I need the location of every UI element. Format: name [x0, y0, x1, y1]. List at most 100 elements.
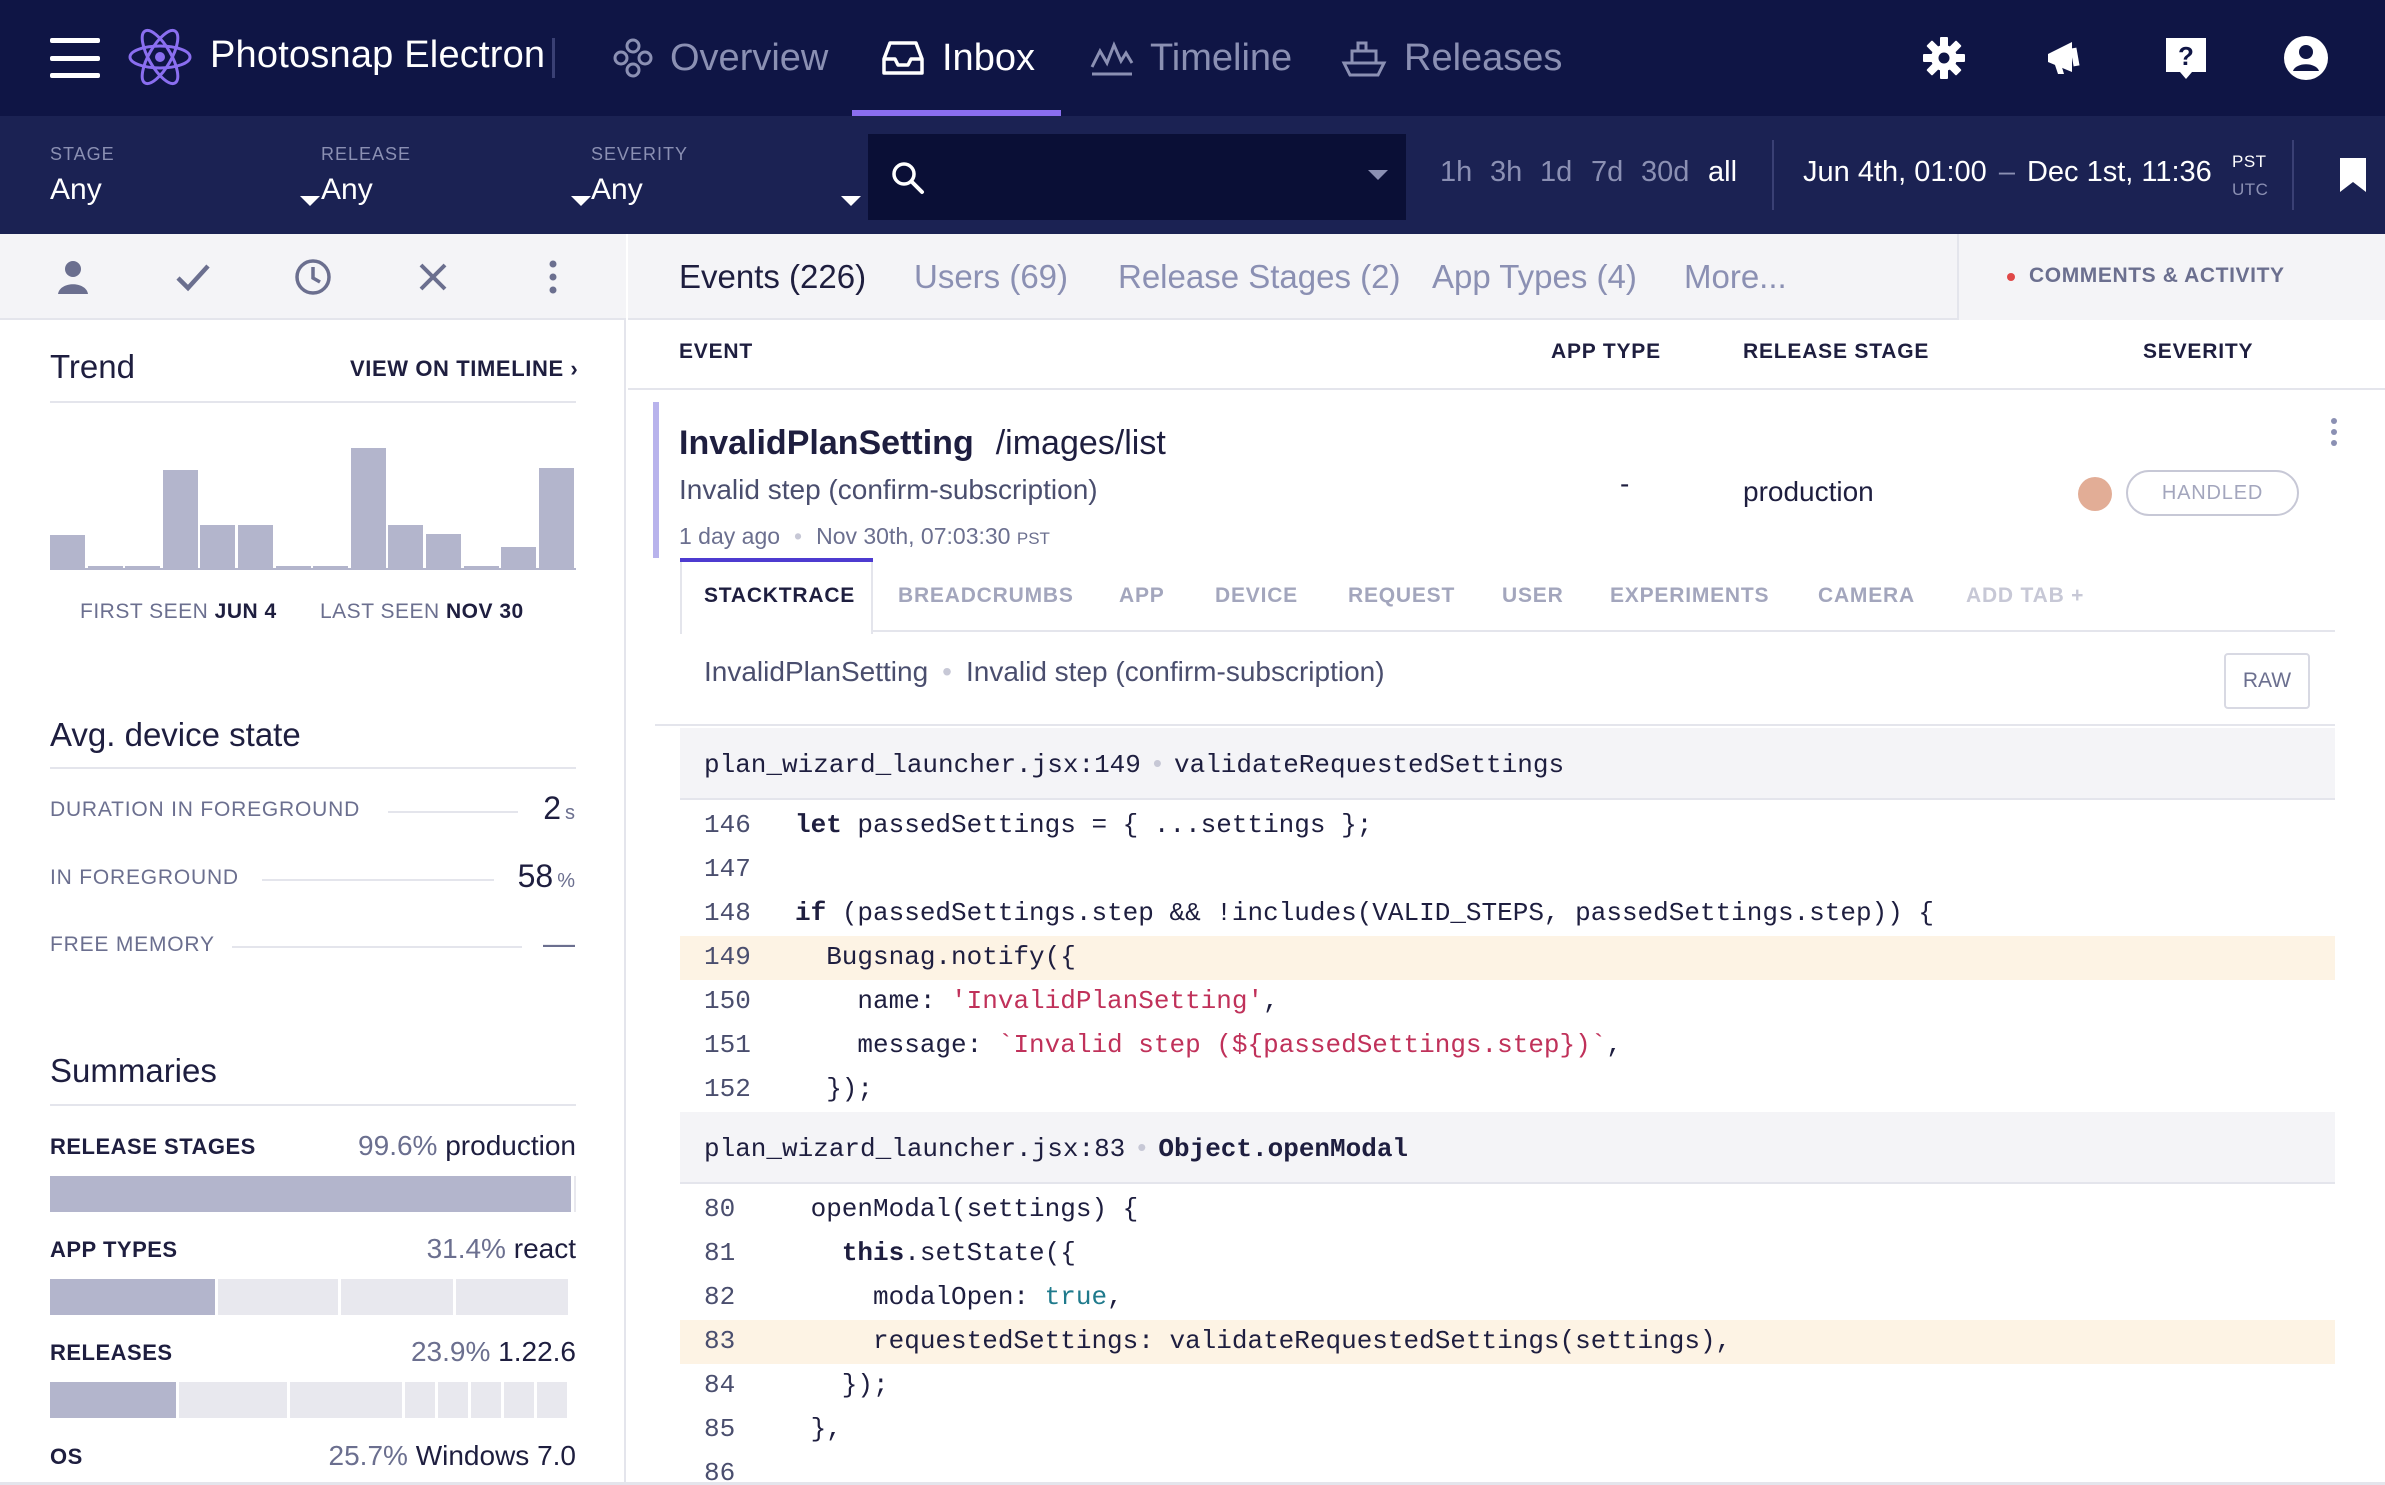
severity-filter[interactable]: SEVERITY Any [591, 144, 861, 207]
more-vertical-icon[interactable] [2329, 418, 2339, 452]
trend-baseline [50, 568, 576, 570]
summary-value[interactable]: 25.7% Windows 7.0 [329, 1440, 576, 1472]
frame-file: plan_wizard_launcher.jsx:149 [704, 750, 1141, 780]
range-1d[interactable]: 1d [1540, 156, 1572, 189]
tab-device[interactable]: DEVICE [1215, 584, 1298, 608]
range-7d[interactable]: 7d [1591, 156, 1623, 189]
comments-activity-panel: COMMENTS & ACTIVITY [1957, 234, 2385, 320]
line-number: 83 [704, 1326, 736, 1356]
nav-timeline[interactable]: Timeline [1090, 0, 1292, 116]
line-number: 146 [704, 810, 751, 840]
summary-bar-segment [179, 1382, 287, 1418]
trend-bar[interactable] [162, 470, 198, 568]
release-filter-value: Any [321, 173, 373, 206]
stat-label: FREE MEMORY [50, 933, 215, 956]
tab-app-types[interactable]: App Types (4) [1432, 258, 1637, 296]
summary-bar[interactable] [50, 1279, 576, 1315]
nav-overview[interactable]: Overview [612, 0, 828, 116]
summary-bar[interactable] [50, 1382, 576, 1418]
severity-filter-label: SEVERITY [591, 144, 689, 164]
trend-bar[interactable] [388, 525, 424, 568]
check-icon[interactable] [172, 256, 214, 298]
tab-events[interactable]: Events (226) [679, 258, 866, 296]
summary-bar[interactable] [50, 1176, 576, 1212]
tab-user[interactable]: USER [1502, 584, 1564, 608]
search-dropdown-icon[interactable] [1368, 170, 1388, 180]
search-box[interactable] [868, 134, 1406, 220]
trend-bar[interactable] [238, 525, 273, 568]
column-severity[interactable]: SEVERITY [2143, 340, 2253, 364]
stack-frame-header[interactable]: plan_wizard_launcher.jsx:149 • validateReq… [680, 728, 2335, 800]
tab-request[interactable]: REQUEST [1348, 584, 1455, 608]
stat-number: — [543, 925, 575, 961]
event-title[interactable]: InvalidPlanSetting/images/list [679, 424, 1166, 463]
line-number: 80 [704, 1194, 736, 1224]
column-app-type[interactable]: APP TYPE [1551, 340, 1661, 364]
timeline-icon [1090, 41, 1134, 76]
close-icon[interactable] [412, 256, 454, 298]
comments-activity-link[interactable]: COMMENTS & ACTIVITY [2029, 264, 2285, 288]
line-number: 86 [704, 1458, 736, 1485]
range-30d[interactable]: 30d [1641, 156, 1689, 189]
hamburger-menu-icon[interactable] [50, 38, 100, 78]
user-account-icon[interactable] [2282, 34, 2330, 82]
nav-inbox[interactable]: Inbox [852, 0, 1061, 116]
app-title[interactable]: Photosnap Electron [210, 34, 545, 77]
divider [50, 401, 576, 403]
summary-value[interactable]: 31.4% react [427, 1233, 576, 1265]
timezone-pst[interactable]: PST [2232, 152, 2267, 172]
svg-text:?: ? [2178, 41, 2194, 71]
more-vertical-icon[interactable] [532, 256, 574, 298]
range-3h[interactable]: 3h [1490, 156, 1522, 189]
active-tab-indicator [680, 558, 873, 562]
trend-bar[interactable] [501, 547, 537, 568]
last-seen-label: LAST SEEN [320, 600, 440, 623]
summary-percent: 23.9% [410, 1336, 491, 1367]
release-filter[interactable]: RELEASE Any [321, 144, 591, 207]
timezone-utc[interactable]: UTC [2232, 180, 2268, 200]
summary-value[interactable]: 99.6% production [358, 1130, 576, 1162]
tab-stacktrace[interactable]: STACKTRACE [704, 584, 855, 608]
stack-frame-header[interactable]: plan_wizard_launcher.jsx:83 • Object.openM… [680, 1112, 2335, 1184]
meta-separator: • [1137, 1132, 1147, 1162]
trend-bar[interactable] [50, 535, 85, 568]
tab-release-stages[interactable]: Release Stages (2) [1118, 258, 1400, 296]
summary-value[interactable]: 23.9% 1.22.6 [411, 1336, 576, 1368]
range-all[interactable]: all [1708, 156, 1737, 189]
trend-bar[interactable] [426, 534, 461, 568]
tab-app[interactable]: APP [1119, 584, 1165, 608]
event-release-stage: production [1743, 476, 1874, 507]
megaphone-icon[interactable] [2042, 34, 2090, 82]
tab-breadcrumbs[interactable]: BREADCRUMBS [898, 584, 1074, 608]
assign-user-icon[interactable] [52, 256, 94, 298]
code-text: let passedSettings = { ...settings }; [795, 810, 1373, 840]
tab-experiments[interactable]: EXPERIMENTS [1610, 584, 1769, 608]
search-input[interactable] [938, 152, 1338, 202]
clock-icon[interactable] [292, 256, 334, 298]
add-tab-button[interactable]: ADD TAB + [1966, 584, 2084, 608]
summary-name: react [513, 1233, 576, 1264]
trend-bar[interactable] [200, 525, 236, 568]
code-line: 146 let passedSettings = { ...settings }; [680, 804, 2335, 848]
nav-releases[interactable]: Releases [1340, 0, 1562, 116]
gear-icon[interactable] [1920, 34, 1968, 82]
tab-users[interactable]: Users (69) [914, 258, 1068, 296]
stage-filter[interactable]: STAGE Any [50, 144, 320, 207]
date-separator: – [1998, 156, 2015, 188]
column-release-stage[interactable]: RELEASE STAGE [1743, 340, 1929, 364]
tab-more[interactable]: More... [1684, 258, 1787, 296]
trend-bar[interactable] [538, 468, 574, 568]
raw-button[interactable]: RAW [2224, 653, 2310, 709]
meta-separator: • [942, 656, 952, 687]
view-on-timeline-link[interactable]: VIEW ON TIMELINE › [350, 356, 578, 382]
handled-badge: HANDLED [2126, 470, 2299, 516]
range-1h[interactable]: 1h [1440, 156, 1472, 189]
stage-filter-label: STAGE [50, 144, 115, 164]
date-range[interactable]: Jun 4th, 01:00– Dec 1st, 11:36 [1803, 156, 2212, 189]
bookmark-icon[interactable] [2338, 156, 2368, 194]
help-icon[interactable]: ? [2162, 34, 2210, 82]
column-event[interactable]: EVENT [679, 340, 753, 364]
nav-divider [552, 38, 555, 78]
tab-camera[interactable]: CAMERA [1818, 584, 1915, 608]
trend-bar[interactable] [350, 448, 386, 568]
